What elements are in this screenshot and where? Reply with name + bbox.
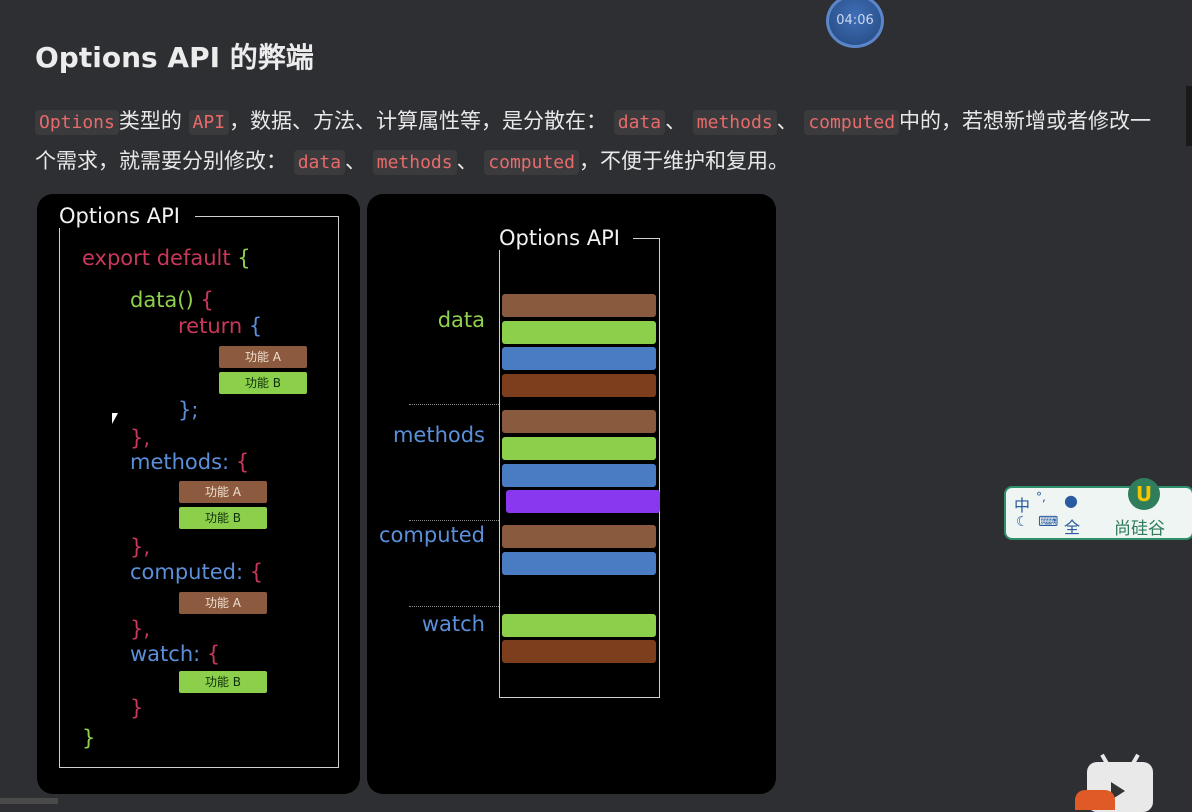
text: 、: [456, 149, 478, 173]
export-keyword: export: [82, 246, 151, 270]
feature-a-pill: 功能 A: [179, 481, 267, 503]
options-api-block-diagram: Options API data methods computed watch: [367, 194, 776, 794]
punct-icon[interactable]: °,: [1036, 490, 1046, 504]
mouse-cursor-icon: [112, 413, 118, 424]
moon-icon[interactable]: ☾: [1016, 514, 1029, 530]
computed-label: computed: [379, 523, 485, 547]
inline-code: methods: [372, 150, 457, 175]
bar-feature: [502, 552, 656, 575]
inline-code: data: [613, 110, 666, 135]
keyboard-icon[interactable]: ⌨: [1038, 514, 1058, 530]
weibo-icon[interactable]: [1075, 790, 1115, 810]
data-close: },: [130, 426, 151, 450]
inline-code: methods: [692, 110, 777, 135]
bar-feature: [502, 614, 656, 637]
inline-code: data: [293, 150, 346, 175]
watch-label: watch:: [130, 642, 201, 666]
bar-feature: [502, 525, 656, 548]
text: 、: [345, 149, 367, 173]
final-close: }: [82, 726, 96, 750]
brand-logo: U: [1128, 478, 1160, 510]
feature-b-pill: 功能 B: [219, 372, 307, 394]
methods-label: methods: [392, 423, 485, 447]
feature-b-pill: 功能 B: [179, 671, 267, 693]
user-icon[interactable]: ●: [1064, 491, 1078, 510]
inline-code: API: [188, 110, 230, 135]
brace: {: [200, 288, 214, 312]
timer-badge: 04:06: [826, 0, 884, 48]
bottom-bar: [0, 798, 58, 804]
ime-toolbar[interactable]: 中 °, ● ☾ ⌨ 全 U 尚硅谷: [1004, 478, 1192, 540]
brace: {: [249, 560, 264, 584]
scrollbar[interactable]: [1186, 86, 1192, 146]
computed-label: computed:: [130, 560, 244, 584]
inline-code: computed: [804, 110, 900, 135]
data-function: data() {: [130, 288, 214, 312]
text: 、: [776, 109, 798, 133]
watch-close: }: [130, 696, 144, 720]
feature-a-pill: 功能 A: [179, 592, 267, 614]
bar-feature: [502, 464, 656, 487]
ime-full[interactable]: 全: [1064, 514, 1080, 538]
text: ，不便于维护和复用。: [578, 149, 789, 173]
watch-label: watch: [421, 612, 485, 636]
brand-name: 尚硅谷: [1114, 519, 1165, 539]
data-label: data: [437, 308, 485, 332]
return-line: return {: [178, 314, 262, 338]
bar-feature: [502, 321, 656, 344]
section-divider: [409, 520, 499, 521]
bar-feature: [502, 410, 656, 433]
export-default-line: export default {: [82, 246, 251, 270]
bar-feature: [502, 294, 656, 317]
brace: {: [248, 314, 263, 338]
text: ，数据、方法、计算属性等，是分散在：: [229, 109, 608, 133]
inline-code: Options: [35, 110, 119, 135]
bar-feature: [502, 374, 656, 397]
text: 类型的: [118, 109, 182, 133]
page-title: Options API 的弊端: [35, 41, 314, 74]
brace: {: [206, 642, 221, 666]
options-api-code-diagram: Options API export default { data() { re…: [37, 194, 360, 794]
default-keyword: default: [156, 246, 231, 270]
bar-feature: [502, 640, 656, 663]
inline-code: computed: [484, 150, 579, 175]
methods-close: },: [130, 535, 151, 559]
feature-a-pill: 功能 A: [219, 346, 307, 368]
section-divider: [409, 606, 499, 607]
open-brace: {: [237, 246, 251, 270]
diagram-title: Options API: [59, 204, 184, 228]
computed-key: computed: {: [130, 560, 263, 584]
diagram-title: Options API: [499, 226, 624, 250]
feature-b-pill: 功能 B: [179, 507, 267, 529]
bar-feature: [502, 437, 656, 460]
data-fn-label: data(): [130, 288, 194, 312]
bar-feature: [502, 347, 656, 370]
methods-label: methods:: [130, 450, 230, 474]
description-paragraph: Options 类型的 API ，数据、方法、计算属性等，是分散在： data、 m…: [35, 102, 1155, 182]
return-close: };: [178, 398, 199, 422]
methods-key: methods: {: [130, 450, 249, 474]
ime-zh[interactable]: 中: [1014, 492, 1030, 516]
bar-feature: [506, 490, 660, 513]
text: 、: [665, 109, 687, 133]
brace: {: [235, 450, 250, 474]
section-divider: [409, 404, 499, 405]
watch-key: watch: {: [130, 642, 220, 666]
return-keyword: return: [178, 314, 243, 338]
computed-close: },: [130, 617, 151, 641]
